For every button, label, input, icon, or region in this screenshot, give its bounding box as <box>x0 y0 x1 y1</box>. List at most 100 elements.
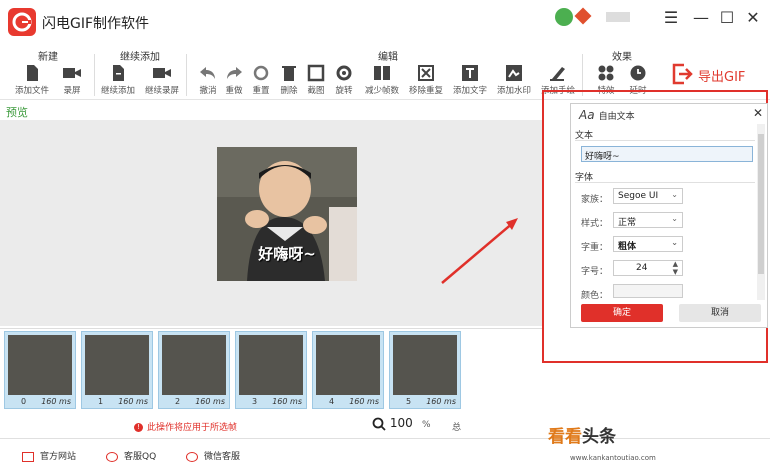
link-label: 微信客服 <box>204 452 241 462</box>
reduce-frames-icon <box>374 66 390 80</box>
group-continue-label: 继续添加 <box>120 52 160 63</box>
tool-record[interactable]: 录屏 <box>52 64 92 96</box>
watermark-text-a: 看看 <box>548 427 582 447</box>
link-label: 客服QQ <box>124 452 157 462</box>
brush-icon <box>550 67 565 81</box>
watermark-url: www.kankantoutiao.com <box>570 454 656 462</box>
stepper-arrows-icon[interactable]: ▲ ▼ <box>673 260 678 276</box>
zoom-value[interactable]: 100 <box>390 416 413 430</box>
select-value: 正常 <box>618 218 637 228</box>
frame-image <box>85 335 149 395</box>
site-watermark: 看看头条 www.kankantoutiao.com <box>540 418 770 468</box>
tool-rotate[interactable]: 旋转 <box>324 64 364 96</box>
tool-label: 旋转 <box>335 86 353 96</box>
tool-label: 添加文件 <box>14 86 49 96</box>
remove-duplicates-icon <box>418 65 434 81</box>
zoom-control[interactable]: 100 <box>372 416 413 431</box>
chevron-down-icon: ⌄ <box>671 238 678 247</box>
gif-preview-image[interactable]: 好嗨呀~ <box>217 147 357 281</box>
stepper-value: 24 <box>636 263 648 273</box>
frame-index: 1 <box>98 397 104 406</box>
reset-icon <box>253 65 269 81</box>
confirm-button[interactable]: 确定 <box>581 304 663 322</box>
minimize-icon[interactable]: — <box>690 6 712 28</box>
text-style-icon: Aa <box>579 108 595 122</box>
color-picker[interactable] <box>613 284 683 298</box>
watermark-title: 看看头条 <box>548 422 616 447</box>
font-weight-select[interactable]: 粗体 ⌄ <box>613 236 683 252</box>
frame-index: 2 <box>175 397 181 406</box>
effects-icon <box>598 65 614 81</box>
tool-label: 减少帧数 <box>364 86 399 96</box>
font-style-select[interactable]: 正常 ⌄ <box>613 212 683 228</box>
style-label: 样式： <box>581 219 609 229</box>
frame-thumbnail[interactable]: 0 160 ms <box>4 331 76 409</box>
cancel-button[interactable]: 取消 <box>679 304 761 322</box>
frame-index: 0 <box>21 397 27 406</box>
tool-label: 添加水印 <box>496 86 531 96</box>
export-label: 导出GIF <box>698 70 746 85</box>
panel-close-icon[interactable]: ✕ <box>753 106 763 120</box>
zoom-search-icon <box>372 417 386 431</box>
wechat-icon[interactable] <box>555 8 573 26</box>
text-input[interactable]: 好嗨呀~ <box>581 146 753 162</box>
frame-thumbnail[interactable]: 1 160 ms <box>81 331 153 409</box>
scrollbar-thumb[interactable] <box>758 134 764 274</box>
frame-index: 4 <box>329 397 335 406</box>
panel-title-text: 自由文本 <box>598 112 635 122</box>
color-label: 颜色： <box>581 291 609 301</box>
divider <box>575 140 755 141</box>
tool-remove-duplicates[interactable]: 移除重复 <box>406 64 446 96</box>
frame-thumbnail[interactable]: 2 160 ms <box>158 331 230 409</box>
frame-image <box>393 335 457 395</box>
user-name[interactable] <box>606 12 630 22</box>
tool-label: 添加文字 <box>452 86 487 96</box>
frame-duration: 160 ms <box>118 397 148 406</box>
weight-label: 字重： <box>581 243 609 253</box>
font-family-select[interactable]: Segoe UI ⌄ <box>613 188 683 204</box>
frame-image <box>239 335 303 395</box>
tool-reduce-frames[interactable]: 减少帧数 <box>362 64 402 96</box>
link-label: 官方网站 <box>40 452 77 462</box>
vip-icon[interactable] <box>574 7 592 25</box>
camera-add-icon <box>153 68 171 78</box>
font-size-stepper[interactable]: 24 ▲ ▼ <box>613 260 683 276</box>
wechat-support-link[interactable]: 微信客服 <box>186 449 240 462</box>
frame-duration: 160 ms <box>349 397 379 406</box>
zoom-unit: % <box>422 420 431 430</box>
crop-icon <box>307 64 325 82</box>
tool-label: 录屏 <box>63 86 81 96</box>
chevron-down-icon: ⌄ <box>671 214 678 223</box>
tool-continue-add[interactable]: 继续添加 <box>98 64 138 96</box>
frame-duration: 160 ms <box>195 397 225 406</box>
frame-thumbnail[interactable]: 3 160 ms <box>235 331 307 409</box>
family-label: 家族： <box>581 195 609 205</box>
frame-index: 5 <box>406 397 412 406</box>
divider <box>575 182 755 183</box>
watermark-icon <box>506 65 522 81</box>
tool-add-watermark[interactable]: 添加水印 <box>494 64 534 96</box>
frame-thumbnail[interactable]: 4 160 ms <box>312 331 384 409</box>
monitor-icon <box>22 451 34 462</box>
official-site-link[interactable]: 官方网站 <box>22 449 76 462</box>
menu-icon[interactable]: ☰ <box>660 6 682 28</box>
clock-icon <box>630 65 646 81</box>
support-qq-link[interactable]: 客服QQ <box>106 449 156 462</box>
warning-text: 此操作将应用于所选帧 <box>147 423 238 433</box>
tool-continue-record[interactable]: 继续录屏 <box>142 64 182 96</box>
free-text-panel: Aa 自由文本 ✕ 文本 好嗨呀~ 字体 家族： Segoe UI ⌄ 样式： 正常… <box>570 103 768 328</box>
gif-caption-text[interactable]: 好嗨呀~ <box>217 243 357 264</box>
maximize-icon[interactable]: ☐ <box>716 6 738 28</box>
tool-add-text[interactable]: 添加文字 <box>450 64 490 96</box>
frame-image <box>162 335 226 395</box>
close-icon[interactable]: ✕ <box>742 6 764 28</box>
text-icon <box>462 65 478 81</box>
export-gif-button[interactable]: 导出GIF <box>664 60 764 90</box>
export-icon <box>672 63 693 85</box>
tool-add-file[interactable]: 添加文件 <box>12 64 52 96</box>
panel-scrollbar[interactable] <box>757 124 765 300</box>
frames-strip: 0 160 ms 1 160 ms 2 160 ms 3 160 ms 4 160 ms … <box>0 328 542 412</box>
panel-title: Aa 自由文本 <box>579 108 635 122</box>
frame-duration: 160 ms <box>272 397 302 406</box>
frame-thumbnail[interactable]: 5 160 ms <box>389 331 461 409</box>
